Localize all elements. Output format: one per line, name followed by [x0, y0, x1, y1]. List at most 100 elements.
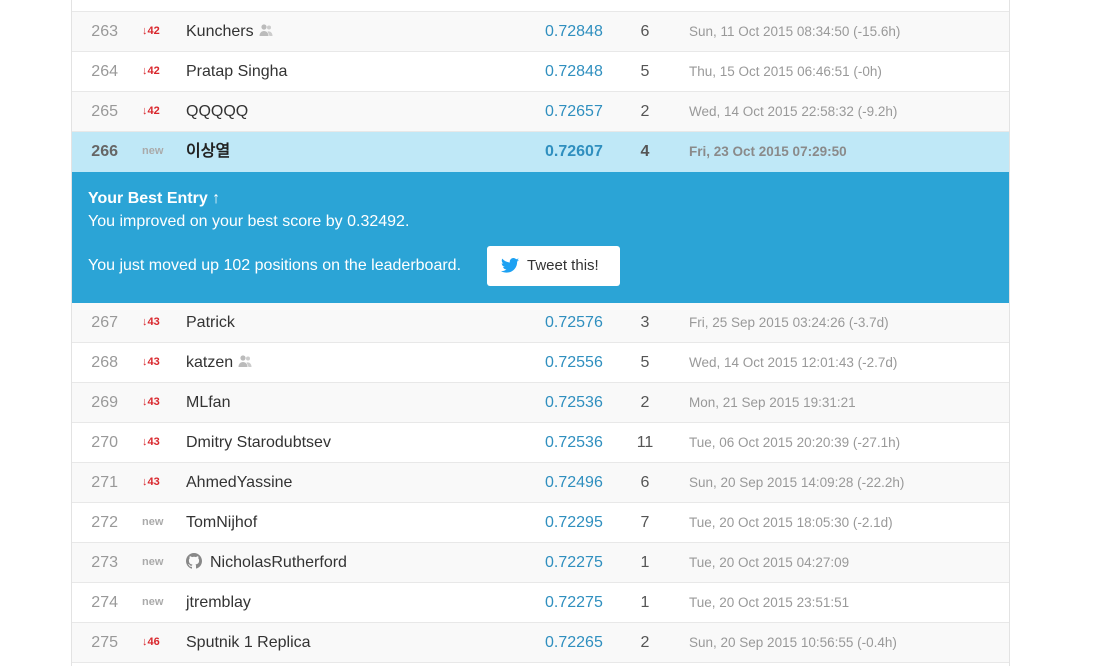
entries-count: 2: [640, 394, 650, 411]
twitter-bird-icon: [501, 258, 519, 273]
table-row[interactable]: 271 ↓43 AhmedYassine 0.72496 6 Sun, 20 Sep 20…: [72, 463, 1009, 503]
table-row[interactable]: 265 ↓42 QQQQQ 0.72657 2 Wed, 14 Oct 2015 22:5…: [72, 92, 1009, 132]
entries-count: 5: [640, 354, 650, 371]
team-name-text: MLfan: [186, 394, 231, 411]
rank: 270: [91, 434, 118, 451]
table-row-partial: [72, 0, 1009, 12]
rank: 269: [91, 394, 118, 411]
last-submission-time: Sun, 20 Sep 2015 14:09:28 (-22.2h): [689, 475, 905, 490]
tweet-button[interactable]: Tweet this!: [487, 246, 620, 286]
entries-count: 7: [640, 514, 650, 531]
entries-count: 4: [640, 143, 650, 160]
table-row[interactable]: 275 ↓46 Sputnik 1 Replica 0.72265 2 Sun, 20 S…: [72, 623, 1009, 663]
rank-change-badge: ↓42: [142, 105, 160, 117]
rank-change-badge: new: [142, 556, 164, 568]
rank: 271: [91, 474, 118, 491]
last-submission-time: Tue, 06 Oct 2015 20:20:39 (-27.1h): [689, 435, 901, 450]
best-entry-banner: Your Best Entry ↑ You improved on your b…: [72, 172, 1009, 303]
table-row[interactable]: 269 ↓43 MLfan 0.72536 2 Mon, 21 Sep 2015 19:3…: [72, 383, 1009, 423]
rank-change-badge: new: [142, 516, 164, 528]
score: 0.72576: [545, 314, 603, 331]
entries-count: 2: [640, 634, 650, 651]
team-name-text: TomNijhof: [186, 514, 258, 531]
table-row[interactable]: 267 ↓43 Patrick 0.72576 3 Fri, 25 Sep 2015 03…: [72, 303, 1009, 343]
team-name[interactable]: QQQQQ: [186, 92, 248, 131]
team-name-text: Pratap Singha: [186, 63, 288, 80]
team-name-text: Patrick: [186, 314, 235, 331]
team-name[interactable]: Kunchers: [186, 12, 273, 51]
rank-change-badge: new: [142, 145, 164, 157]
github-icon: [186, 545, 202, 569]
improvement-text: You improved on your best score by 0.324…: [88, 213, 410, 230]
score: 0.72265: [545, 634, 603, 651]
last-submission-time: Fri, 25 Sep 2015 03:24:26 (-3.7d): [689, 315, 889, 330]
team-name-text: NicholasRutherford: [210, 554, 347, 571]
rank: 266: [91, 143, 118, 160]
last-submission-time: Tue, 20 Oct 2015 18:05:30 (-2.1d): [689, 515, 893, 530]
rank: 264: [91, 63, 118, 80]
rank-change-badge: ↓46: [142, 636, 160, 648]
last-submission-time: Tue, 20 Oct 2015 04:27:09: [689, 555, 850, 570]
score: 0.72657: [545, 103, 603, 120]
team-name[interactable]: NicholasRutherford: [186, 543, 347, 582]
table-row[interactable]: 272 new TomNijhof 0.72295 7 Tue, 20 Oct 2015 …: [72, 503, 1009, 543]
table-row[interactable]: 264 ↓42 Pratap Singha 0.72848 5 Thu, 15 Oct 2…: [72, 52, 1009, 92]
score: 0.72295: [545, 514, 603, 531]
rank-change-badge: new: [142, 596, 164, 608]
my-entry-row[interactable]: 266 new 이상열 0.72607 4 Fri, 23 Oct 2015 0…: [72, 132, 1009, 172]
team-members-icon: [259, 12, 273, 36]
entries-count: 1: [640, 554, 650, 571]
rank: 267: [91, 314, 118, 331]
score: 0.72536: [545, 394, 603, 411]
rank-change-badge: ↓43: [142, 396, 160, 408]
entries-count: 3: [640, 314, 650, 331]
table-row[interactable]: 273 new NicholasRutherford 0.72275 1 Tue, 20 …: [72, 543, 1009, 583]
team-name[interactable]: 이상열: [186, 132, 230, 171]
last-submission-time: Wed, 14 Oct 2015 22:58:32 (-9.2h): [689, 104, 898, 119]
table-row[interactable]: 263 ↓42 Kunchers 0.72848 6 Sun, 11 Oct 2015 0…: [72, 12, 1009, 52]
team-name-text: jtremblay: [186, 594, 251, 611]
team-name[interactable]: Sputnik 1 Replica: [186, 623, 311, 662]
score: 0.72536: [545, 434, 603, 451]
team-name-text: Dmitry Starodubtsev: [186, 434, 331, 451]
score: 0.72607: [545, 143, 603, 160]
team-name[interactable]: Pratap Singha: [186, 52, 287, 91]
last-submission-time: Wed, 14 Oct 2015 12:01:43 (-2.7d): [689, 355, 898, 370]
team-name-text: Kunchers: [186, 23, 254, 40]
team-name[interactable]: AhmedYassine: [186, 463, 292, 502]
team-name[interactable]: jtremblay: [186, 583, 251, 622]
team-name[interactable]: katzen: [186, 343, 252, 382]
tweet-button-label: Tweet this!: [527, 257, 599, 274]
entries-count: 6: [640, 23, 650, 40]
team-name-text: katzen: [186, 354, 234, 371]
score: 0.72556: [545, 354, 603, 371]
team-name[interactable]: TomNijhof: [186, 503, 257, 542]
rank-change-badge: ↓43: [142, 316, 160, 328]
score: 0.72275: [545, 594, 603, 611]
entries-count: 6: [640, 474, 650, 491]
rank: 268: [91, 354, 118, 371]
rank: 272: [91, 514, 118, 531]
score: 0.72848: [545, 63, 603, 80]
team-name[interactable]: Dmitry Starodubtsev: [186, 423, 331, 462]
team-name[interactable]: MLfan: [186, 383, 230, 422]
last-submission-time: Sun, 20 Sep 2015 10:56:55 (-0.4h): [689, 635, 897, 650]
last-submission-time: Fri, 23 Oct 2015 07:29:50: [689, 144, 847, 159]
table-row[interactable]: 270 ↓43 Dmitry Starodubtsev 0.72536 11 Tue, 0…: [72, 423, 1009, 463]
entries-count: 1: [640, 594, 650, 611]
table-row[interactable]: 268 ↓43 katzen 0.72556 5 Wed, 14 Oct 2015 12:…: [72, 343, 1009, 383]
last-submission-time: Mon, 21 Sep 2015 19:31:21: [689, 395, 856, 410]
last-submission-time: Thu, 15 Oct 2015 06:46:51 (-0h): [689, 64, 882, 79]
score: 0.72848: [545, 23, 603, 40]
team-name-text: Sputnik 1 Replica: [186, 634, 311, 651]
rank: 275: [91, 634, 118, 651]
table-row[interactable]: 274 new jtremblay 0.72275 1 Tue, 20 Oct 2015 …: [72, 583, 1009, 623]
rank: 265: [91, 103, 118, 120]
rank-change-badge: ↓42: [142, 65, 160, 77]
last-submission-time: Sun, 11 Oct 2015 08:34:50 (-15.6h): [689, 24, 901, 39]
rank-change-badge: ↓43: [142, 476, 160, 488]
team-name[interactable]: Patrick: [186, 303, 235, 342]
positions-moved-text: You just moved up 102 positions on the l…: [88, 257, 462, 274]
score: 0.72496: [545, 474, 603, 491]
rank: 274: [91, 594, 118, 611]
